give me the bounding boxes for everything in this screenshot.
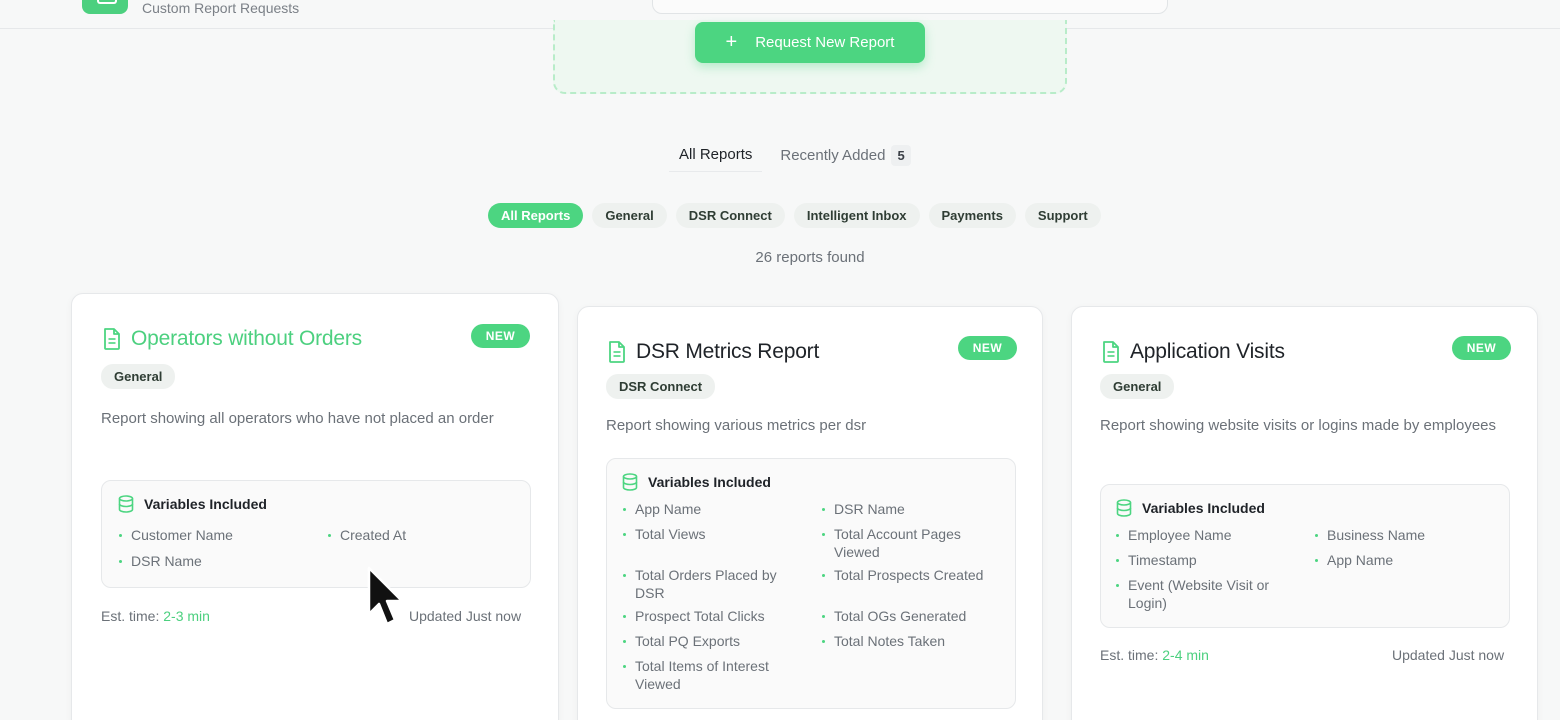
tab-all-reports[interactable]: All Reports <box>669 138 763 172</box>
variable-item: Total PQ Exports <box>623 632 803 650</box>
variables-title: Variables Included <box>648 474 771 490</box>
variable-item: DSR Name <box>119 552 202 570</box>
variable-item: Total Views <box>623 525 803 543</box>
variable-item: Total Account Pages Viewed <box>822 525 982 561</box>
variable-item: Total Prospects Created <box>822 566 1002 584</box>
request-button-label: Request New Report <box>755 34 895 51</box>
tab-recently-added[interactable]: Recently Added 5 <box>770 138 920 172</box>
new-badge: NEW <box>1452 336 1511 360</box>
filter-dsr-connect[interactable]: DSR Connect <box>675 203 785 228</box>
card-description: Report showing website visits or logins … <box>1100 417 1497 434</box>
report-card-application-visits[interactable]: Application Visits NEW General Report sh… <box>1071 306 1538 720</box>
plus-icon: + <box>725 30 738 53</box>
new-badge: NEW <box>958 336 1017 360</box>
variable-item: App Name <box>623 500 803 518</box>
variables-header: Variables Included <box>118 495 267 513</box>
variable-item: Created At <box>328 526 406 544</box>
variables-box: Variables Included Employee Name Busines… <box>1100 484 1510 628</box>
new-badge: NEW <box>471 324 530 348</box>
document-icon <box>1103 341 1119 363</box>
tab-count-badge: 5 <box>891 144 911 166</box>
variable-item: Total Notes Taken <box>822 632 1002 650</box>
est-time-value: 2-4 min <box>1162 647 1209 663</box>
variable-item: Business Name <box>1315 526 1495 544</box>
variables-title: Variables Included <box>1142 500 1265 516</box>
mouse-cursor <box>367 566 404 626</box>
card-title[interactable]: DSR Metrics Report <box>636 340 819 364</box>
card-title[interactable]: Application Visits <box>1130 340 1285 364</box>
header-subtitle: Custom Report Requests <box>142 0 300 16</box>
card-title-row: Operators without Orders <box>103 327 362 351</box>
database-icon <box>118 495 134 513</box>
card-title-row: Application Visits <box>1102 340 1285 364</box>
card-description: Report showing various metrics per dsr <box>606 417 867 434</box>
variable-item: App Name <box>1315 551 1495 569</box>
variables-header: Variables Included <box>1116 499 1265 517</box>
filter-all-reports[interactable]: All Reports <box>488 203 584 228</box>
variables-header: Variables Included <box>622 473 771 491</box>
filter-general[interactable]: General <box>592 203 667 228</box>
updated-status: Updated Just now <box>409 608 522 624</box>
report-card-dsr-metrics[interactable]: DSR Metrics Report NEW DSR Connect Repor… <box>577 306 1043 720</box>
variables-box: Variables Included App Name DSR Name Tot… <box>606 458 1016 709</box>
filter-intelligent-inbox[interactable]: Intelligent Inbox <box>793 203 920 228</box>
estimated-time: Est. time: 2-3 min <box>101 608 210 624</box>
variables-box: Variables Included Customer Name Created… <box>101 480 531 588</box>
reports-found-count: 26 reports found <box>755 249 865 266</box>
variable-item: Prospect Total Clicks <box>623 607 803 625</box>
request-new-report-button[interactable]: + Request New Report <box>695 22 925 63</box>
variable-item: Customer Name <box>119 526 233 544</box>
category-badge: DSR Connect <box>606 374 716 399</box>
updated-status: Updated Just now <box>1392 647 1505 663</box>
variables-title: Variables Included <box>144 496 267 512</box>
variable-item: Event (Website Visit or Login) <box>1116 576 1291 612</box>
category-badge: General <box>101 364 176 389</box>
filter-payments[interactable]: Payments <box>928 203 1016 228</box>
header-search-input[interactable] <box>652 0 1168 14</box>
document-icon <box>104 328 120 350</box>
estimated-time: Est. time: 2-4 min <box>1100 647 1209 663</box>
tab-recently-added-label: Recently Added <box>780 146 886 164</box>
category-badge: General <box>1100 374 1175 399</box>
variable-item: Total Orders Placed by DSR <box>623 566 803 602</box>
variable-item: Total Items of Interest Viewed <box>623 657 788 693</box>
card-title-row: DSR Metrics Report <box>608 340 819 364</box>
est-time-label: Est. time: <box>1100 647 1159 663</box>
filter-support[interactable]: Support <box>1024 203 1101 228</box>
report-tabs: All Reports Recently Added 5 <box>669 138 921 172</box>
est-time-value: 2-3 min <box>163 608 210 624</box>
est-time-label: Est. time: <box>101 608 160 624</box>
document-icon <box>609 341 625 363</box>
variable-item: Employee Name <box>1116 526 1296 544</box>
database-icon <box>1116 499 1132 517</box>
category-filters: All Reports General DSR Connect Intellig… <box>488 203 1101 228</box>
report-card-operators-without-orders[interactable]: Operators without Orders NEW General Rep… <box>71 293 559 720</box>
database-icon <box>622 473 638 491</box>
card-description: Report showing all operators who have no… <box>101 410 494 427</box>
variable-item: Timestamp <box>1116 551 1296 569</box>
variable-item: Total OGs Generated <box>822 607 1002 625</box>
variable-item: DSR Name <box>822 500 1002 518</box>
card-title[interactable]: Operators without Orders <box>131 327 362 351</box>
app-logo-icon[interactable] <box>82 0 128 14</box>
